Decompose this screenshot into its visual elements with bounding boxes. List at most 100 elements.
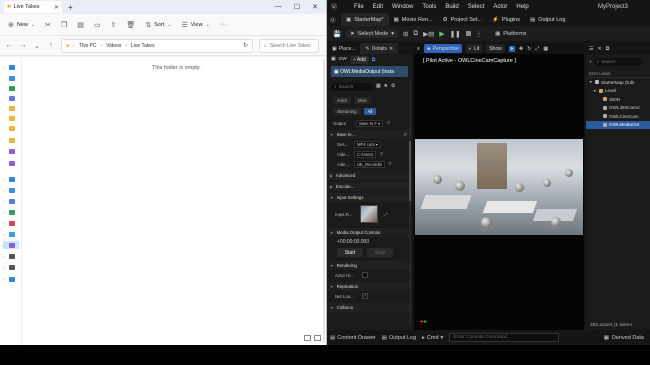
select-mode-dropdown[interactable]: ➤ Select Mode ▾ [346,29,399,38]
pause-icon[interactable]: ❚❚ [450,30,461,38]
menu-help[interactable]: Help [516,4,528,10]
move-tool-icon[interactable]: ✥ [519,46,523,52]
nav-item[interactable]: › [3,219,19,227]
expand-triangle-icon[interactable]: ▼ [589,80,593,84]
minimize-icon[interactable]: — [275,3,282,11]
property-input[interactable]: C:/Users [354,150,377,158]
nav-item[interactable] [3,104,19,112]
menu-edit[interactable]: Edit [373,4,383,10]
outliner-row[interactable]: ▼ StarterMap (Edit [586,78,650,87]
scrollbar-thumb[interactable] [409,141,411,201]
more-options-icon[interactable]: ··· [220,21,227,28]
tab-unreal-logo[interactable]: Ⓤ [327,13,341,26]
menu-tools[interactable]: Tools [422,4,436,10]
output-log-button[interactable]: ▤ Output Log [382,335,416,341]
play-icon[interactable]: ▶ [439,30,444,38]
breadcrumb-live-takes[interactable]: Live Takes [131,43,155,49]
star-icon[interactable]: ★ [384,84,388,89]
nav-item[interactable] [3,74,19,82]
menu-window[interactable]: Window [392,4,413,10]
breadcrumb-this-pc[interactable]: This PC [79,43,97,49]
section-advanced[interactable]: ▶ Advanced [327,171,412,180]
tab-project-settings[interactable]: ⚙ Project Set... [438,13,487,26]
section-input-settings[interactable]: ▼ Input Settings [327,193,412,202]
nav-item[interactable]: › [3,186,19,194]
close-window-icon[interactable]: ✕ [312,3,318,11]
filter-streaming[interactable]: Streaming [333,108,361,115]
render-target-thumbnail[interactable] [360,205,378,223]
nav-item[interactable]: › [3,197,19,205]
section-media-output-controls[interactable]: ▼ Media Output Controls [327,228,412,237]
tab-output-log[interactable]: ▤ Output Log [525,13,570,26]
view-button[interactable]: ☰ View ⌄ [181,21,209,29]
settings-icon[interactable]: ⚙ [391,84,395,89]
stop-button[interactable]: Stop [367,248,393,257]
nav-item[interactable]: › [3,230,19,238]
property-matrix-icon[interactable]: ▦ [376,84,381,89]
nav-item[interactable] [3,159,19,167]
outliner-search-input[interactable]: ⌕ Search [593,57,642,66]
menu-select[interactable]: Select [468,4,485,10]
level-viewport[interactable]: ≡ ◈ Perspective ◐ Lit Show ➤ ✥ ↻ ⤢ ▦ [ Pil… [414,43,584,330]
tab-place-actors[interactable]: ▣ Place... [327,43,360,54]
new-button[interactable]: ⊕ New ⌄ [8,21,35,29]
lit-button[interactable]: ◐ Lit [465,44,483,53]
section-save-to[interactable]: ▼ Save to... ↺ [327,130,412,139]
reset-icon[interactable]: ↺ [388,161,392,167]
derived-data-button[interactable]: ▦ Derived Data [604,335,644,341]
refresh-icon[interactable]: ↻ [243,42,248,49]
net-load-checkbox[interactable]: ✓ [362,293,368,299]
cut-icon[interactable]: ✂ [45,21,51,29]
close-icon[interactable]: ✕ [389,46,393,52]
console-command-input[interactable]: Enter Console Command [449,333,560,342]
start-button[interactable]: Start [337,248,363,257]
selected-actor-row[interactable]: ▣ OWLMediaOutput (Insta [331,66,408,77]
sequencer-icon[interactable]: ▶▤ [423,30,434,38]
section-replication[interactable]: ▼ Replication [327,282,412,291]
content-drawer-button[interactable]: ▤ Content Drawer [330,335,376,341]
nav-item[interactable] [3,147,19,155]
paste-icon[interactable]: ▤ [77,21,84,29]
stop-icon[interactable] [465,31,471,36]
reset-icon[interactable]: ↺ [386,120,390,126]
layers-icon[interactable]: ⧉ [606,46,610,52]
rename-icon[interactable]: ▭ [94,21,101,29]
nav-item[interactable]: › [3,275,19,283]
tab-plugins[interactable]: ⚡ Plugins [487,13,525,26]
nav-item[interactable] [3,124,19,132]
hamburger-icon[interactable]: ≡ [417,46,420,52]
blueprint-icon[interactable]: ⧉ [372,57,375,63]
address-bar[interactable]: ■ › This PC › Videos › Live Takes ↻ [61,38,253,53]
tiles-view-icon[interactable] [314,335,321,341]
outliner-row[interactable]: OWL360CamC [586,104,650,113]
nav-item[interactable] [3,94,19,102]
outliner-row[interactable]: 360N [586,95,650,104]
delete-icon[interactable]: 🗑 [126,21,135,29]
browse-icon[interactable]: ⤢ [384,212,388,217]
actor-hidden-checkbox[interactable] [362,272,368,278]
back-arrow-icon[interactable]: ← [5,42,13,49]
output-dropdown[interactable]: Save to F ▾ [356,119,384,127]
menu-build[interactable]: Build [445,4,458,10]
details-search-input[interactable]: ⌕ Search [331,82,373,91]
details-view-icon[interactable] [304,335,311,341]
scale-tool-icon[interactable]: ⤢ [535,46,539,52]
menu-file[interactable]: File [354,4,364,10]
section-rendering[interactable]: ▼ Rendering [327,261,412,270]
add-component-button[interactable]: + Add [349,55,369,64]
grid-snap-icon[interactable]: ▦ [543,46,548,52]
filter-all[interactable]: All [363,108,377,115]
nav-item[interactable] [3,114,19,122]
close-tab-icon[interactable]: ✕ [54,4,59,11]
add-icon[interactable]: + [589,59,592,64]
outliner-row[interactable]: OWLCineCam [586,112,650,121]
nav-item[interactable] [3,136,19,144]
details-scrollbar[interactable] [409,79,411,325]
filter-actor[interactable]: Actor [333,97,352,104]
forward-arrow-icon[interactable]: → [19,42,27,49]
save-icon[interactable]: 💾 [333,30,341,38]
explorer-search-input[interactable]: ⌕ Search Live Takes [259,38,319,53]
add-content-icon[interactable]: ⊞ [403,30,408,38]
close-icon[interactable]: ✕ [597,46,601,52]
cmd-dropdown[interactable]: ▸ Cmd ▾ [422,335,443,341]
